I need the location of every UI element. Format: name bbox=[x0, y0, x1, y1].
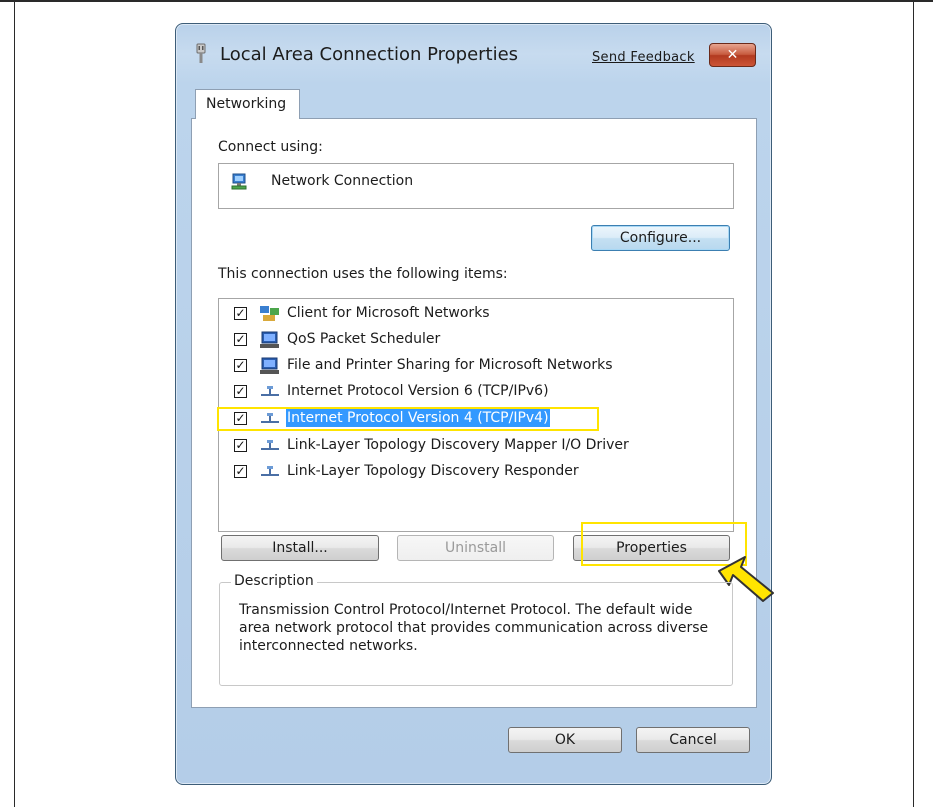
window-title: Local Area Connection Properties bbox=[220, 44, 519, 65]
network-plug-icon bbox=[196, 43, 206, 63]
item-label: File and Printer Sharing for Microsoft N… bbox=[287, 357, 613, 373]
network-client-icon bbox=[260, 306, 279, 321]
checkbox[interactable]: ✓ bbox=[234, 385, 247, 398]
tab-networking[interactable]: Networking bbox=[195, 89, 300, 119]
frame-right-border bbox=[913, 0, 914, 807]
item-label: Internet Protocol Version 6 (TCP/IPv6) bbox=[287, 383, 549, 399]
ok-button[interactable]: OK bbox=[508, 727, 622, 753]
list-item[interactable]: ✓ QoS Packet Scheduler bbox=[219, 328, 719, 352]
highlight-box bbox=[217, 407, 599, 431]
description-group: Description Transmission Control Protoco… bbox=[219, 573, 733, 686]
service-icon bbox=[260, 357, 279, 374]
protocol-icon bbox=[261, 466, 279, 476]
close-icon: ✕ bbox=[726, 47, 739, 63]
networking-panel: Connect using: Network Connection Config… bbox=[191, 118, 774, 708]
list-item[interactable]: ✓ Link-Layer Topology Discovery Mapper I… bbox=[219, 434, 719, 458]
components-list[interactable]: ✓ Client for Microsoft Networks ✓ QoS Pa… bbox=[217, 298, 734, 532]
list-item[interactable]: ✓ Client for Microsoft Networks bbox=[219, 302, 719, 326]
install-button[interactable]: Install... bbox=[221, 535, 379, 561]
description-text: Transmission Control Protocol/Internet P… bbox=[239, 602, 709, 654]
list-item[interactable]: ✓ File and Printer Sharing for Microsoft… bbox=[219, 354, 719, 378]
list-item-selected[interactable]: ✓ Internet Protocol Version 4 (TCP/IPv4) bbox=[217, 407, 719, 431]
item-label: Link-Layer Topology Discovery Responder bbox=[287, 463, 579, 479]
protocol-icon bbox=[261, 386, 279, 396]
list-item[interactable]: ✓ Internet Protocol Version 6 (TCP/IPv6) bbox=[219, 380, 719, 404]
item-label: Client for Microsoft Networks bbox=[287, 305, 490, 321]
item-label: Link-Layer Topology Discovery Mapper I/O… bbox=[287, 437, 629, 453]
uninstall-button[interactable]: Uninstall bbox=[397, 535, 554, 561]
protocol-icon bbox=[261, 440, 279, 450]
checkbox[interactable]: ✓ bbox=[234, 359, 247, 372]
item-label: QoS Packet Scheduler bbox=[287, 331, 441, 347]
frame-top-border bbox=[0, 0, 933, 2]
close-button[interactable]: ✕ bbox=[709, 43, 756, 67]
adapter-name: Network Connection bbox=[271, 173, 414, 189]
service-icon bbox=[260, 331, 279, 348]
list-item[interactable]: ✓ Link-Layer Topology Discovery Responde… bbox=[219, 460, 719, 484]
cancel-button[interactable]: Cancel bbox=[636, 727, 750, 753]
description-legend: Description bbox=[231, 573, 317, 589]
items-section-label: This connection uses the following items… bbox=[218, 266, 508, 282]
checkbox[interactable]: ✓ bbox=[234, 333, 247, 346]
adapter-field: Network Connection bbox=[218, 163, 734, 209]
configure-button[interactable]: Configure... bbox=[591, 225, 730, 251]
checkbox[interactable]: ✓ bbox=[234, 307, 247, 320]
properties-dialog: Local Area Connection Properties Send Fe… bbox=[175, 23, 774, 785]
send-feedback-link[interactable]: Send Feedback bbox=[592, 50, 695, 65]
checkbox[interactable]: ✓ bbox=[234, 439, 247, 452]
frame-left-border bbox=[14, 0, 15, 807]
checkbox[interactable]: ✓ bbox=[234, 465, 247, 478]
network-adapter-icon bbox=[231, 173, 247, 190]
connect-using-label: Connect using: bbox=[218, 139, 323, 155]
